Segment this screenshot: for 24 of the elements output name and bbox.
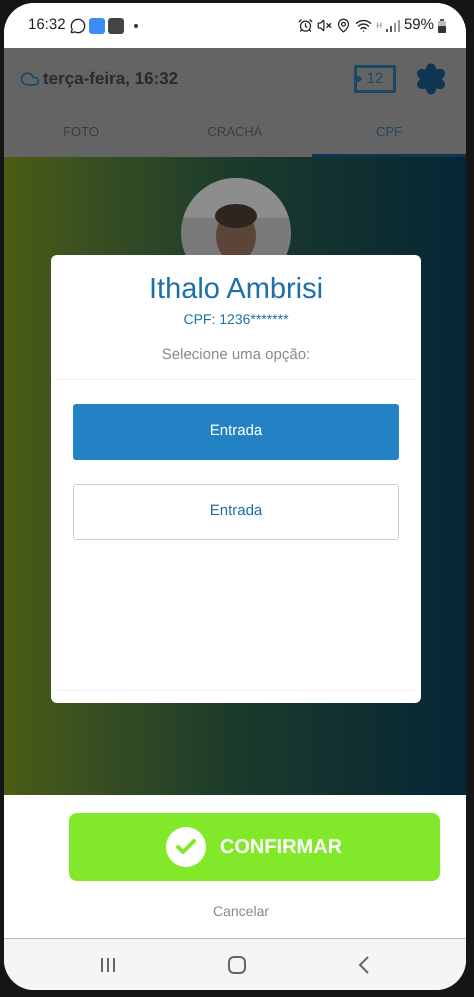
signal-icon	[386, 20, 400, 32]
status-time: 16:32	[28, 15, 66, 36]
network-label: H	[376, 20, 382, 32]
recent-apps-icon[interactable]	[100, 956, 116, 972]
mute-icon	[317, 18, 332, 33]
option-button[interactable]: Entrada	[73, 404, 399, 460]
person-name: Ithalo Ambrisi	[148, 272, 324, 307]
battery-percent: 59%	[404, 15, 434, 36]
wifi-icon	[355, 17, 372, 34]
back-icon[interactable]	[358, 956, 370, 974]
badge-button[interactable]: 12	[354, 65, 396, 93]
date-time: terça-feira, 16:32	[43, 68, 178, 90]
video-icon	[108, 18, 124, 34]
home-icon[interactable]	[226, 954, 247, 974]
app-icon	[88, 18, 105, 34]
prompt-text: Selecione uma opção:	[162, 345, 310, 365]
cancel-link[interactable]: Cancelar	[212, 901, 270, 922]
battery-icon	[438, 18, 446, 32]
alarm-icon	[298, 18, 314, 33]
option-button[interactable]: Entrada	[73, 484, 399, 540]
location-icon	[336, 18, 352, 33]
chat-icon	[70, 18, 86, 34]
cpf-text: CPF: 1236*******	[183, 310, 289, 329]
confirm-button[interactable]: CONFIRMAR	[68, 813, 440, 881]
